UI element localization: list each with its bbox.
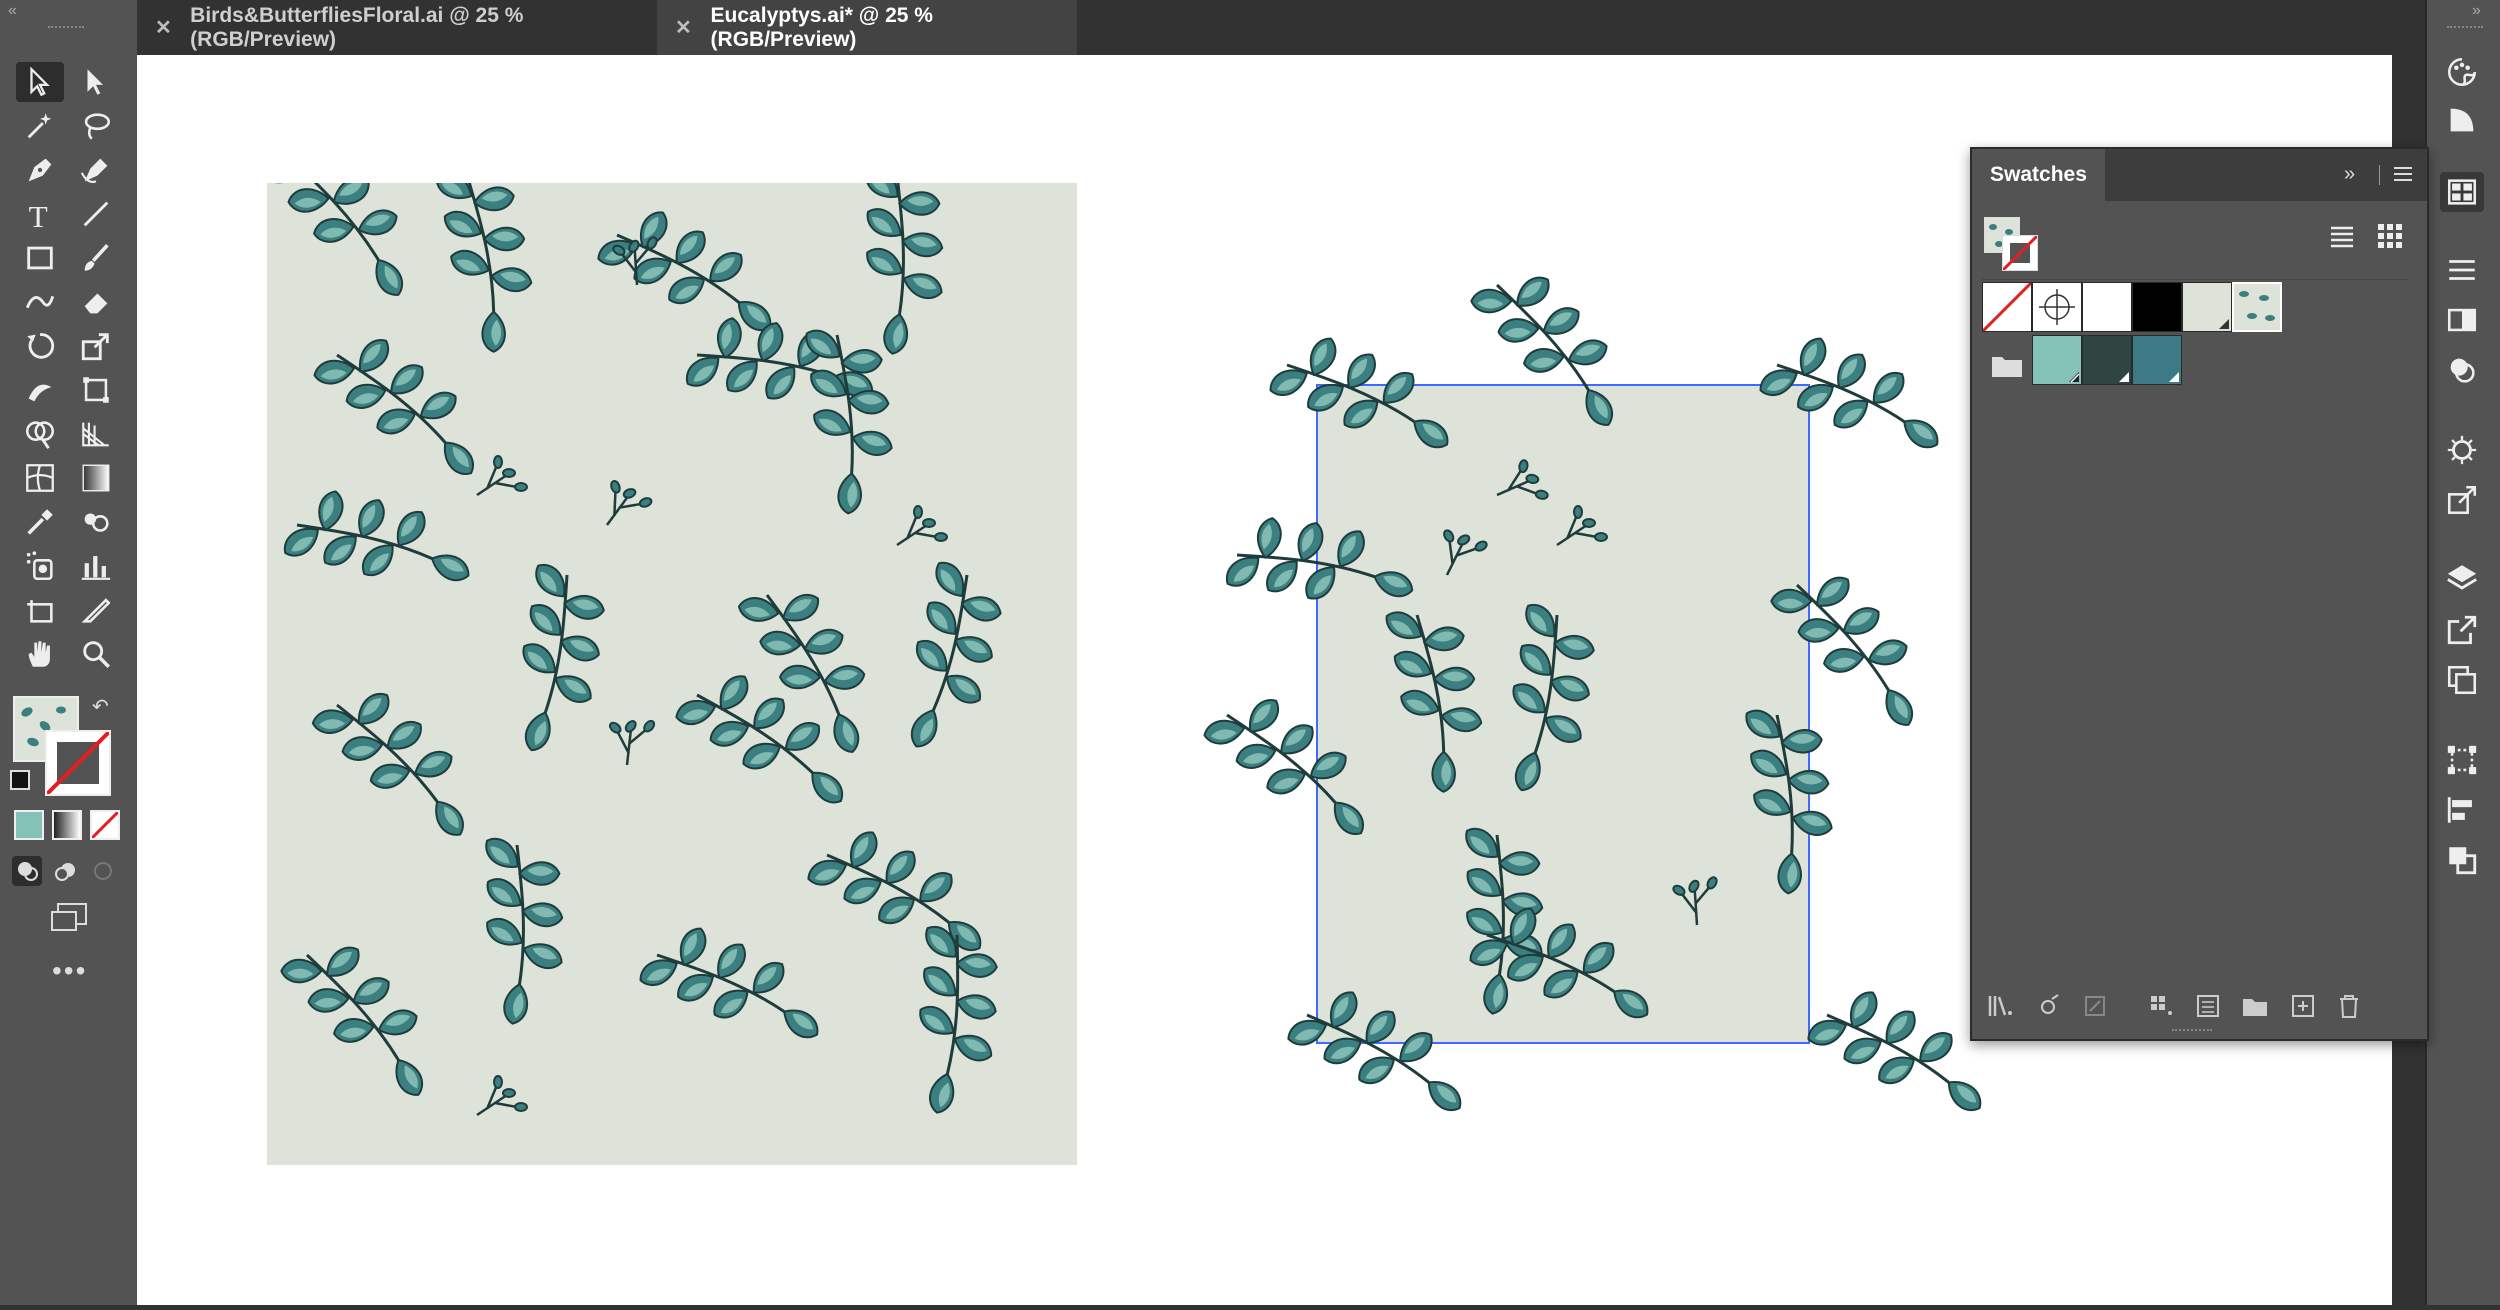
- panel-collapse-icon[interactable]: »: [2344, 163, 2355, 186]
- color-mode-icon[interactable]: [14, 810, 44, 840]
- tab-label: Birds&ButterfliesFloral.ai @ 25 % (RGB/P…: [190, 3, 524, 51]
- pattern-edit-tile[interactable]: [1196, 253, 2000, 1168]
- eraser-icon[interactable]: [72, 282, 120, 322]
- layers-panel-icon[interactable]: [2440, 558, 2484, 598]
- draw-inside-icon[interactable]: [88, 856, 118, 886]
- swatches-panel-icon[interactable]: [2440, 172, 2484, 212]
- close-icon[interactable]: ✕: [675, 15, 697, 40]
- stroke-panel-icon[interactable]: [2440, 250, 2484, 290]
- perspective-grid-icon[interactable]: [72, 414, 120, 454]
- paintbrush-icon[interactable]: [72, 238, 120, 278]
- dock-grip[interactable]: [2447, 26, 2483, 34]
- artboards-panel-icon[interactable]: [2440, 660, 2484, 700]
- swatch-teal[interactable]: [2132, 335, 2182, 385]
- swatch-libraries-icon[interactable]: [1986, 991, 2016, 1026]
- transparency-panel-icon[interactable]: [2440, 300, 2484, 340]
- close-icon[interactable]: ✕: [155, 15, 176, 40]
- swatch-none[interactable]: [1981, 281, 2033, 333]
- more-tools-icon[interactable]: •••: [52, 955, 87, 987]
- panel-grip[interactable]: [48, 26, 84, 34]
- swatch-mint[interactable]: [2032, 335, 2082, 385]
- new-color-group-grid-icon[interactable]: [2147, 991, 2177, 1026]
- collapse-panel-icon[interactable]: «: [8, 2, 17, 20]
- thumbnail-view-icon[interactable]: [2375, 221, 2405, 256]
- folder-icon[interactable]: [1990, 351, 2024, 384]
- pen-tool-icon[interactable]: [16, 150, 64, 190]
- collapse-dock-icon[interactable]: »: [2472, 2, 2481, 20]
- tools-panel: « T ↶ •••: [0, 0, 138, 1305]
- export-panel-icon[interactable]: [2440, 610, 2484, 650]
- swatch-list-options-icon[interactable]: [2194, 991, 2224, 1026]
- shape-builder-icon[interactable]: [16, 414, 64, 454]
- scale-tool-icon[interactable]: [72, 326, 120, 366]
- swatch-options-icon: [2080, 991, 2110, 1026]
- draw-normal-icon[interactable]: [12, 856, 42, 886]
- swatch-black[interactable]: [2132, 282, 2182, 332]
- panel-resize-grip[interactable]: [2172, 1029, 2212, 1037]
- type-tool-icon[interactable]: T: [16, 194, 64, 234]
- show-swatch-kinds-icon[interactable]: [2034, 991, 2064, 1026]
- new-color-group-icon[interactable]: [2240, 991, 2270, 1026]
- blend-tool-icon[interactable]: [72, 502, 120, 542]
- direct-selection-tool-icon[interactable]: [72, 62, 120, 102]
- curvature-tool-icon[interactable]: [72, 150, 120, 190]
- swatch-dark-teal[interactable]: [2082, 335, 2132, 385]
- slice-tool-icon[interactable]: [72, 590, 120, 630]
- align-panel-icon[interactable]: [2440, 790, 2484, 830]
- warp-tool-icon[interactable]: [16, 370, 64, 410]
- delete-swatch-icon[interactable]: [2334, 991, 2364, 1026]
- list-view-icon[interactable]: [2327, 221, 2357, 256]
- document-tab-bar: ✕ Birds&ButterfliesFloral.ai @ 25 % (RGB…: [137, 0, 2422, 55]
- selection-tool-icon[interactable]: [16, 62, 64, 102]
- eyedropper-icon[interactable]: [16, 502, 64, 542]
- swatch-pattern[interactable]: [2232, 282, 2282, 332]
- gradient-tool-icon[interactable]: [72, 458, 120, 498]
- panel-divider: [2379, 165, 2380, 185]
- appearance-panel-icon[interactable]: [2440, 350, 2484, 390]
- stroke-swatch[interactable]: [45, 730, 111, 796]
- artboard-tool-icon[interactable]: [16, 590, 64, 630]
- symbols-panel-icon[interactable]: [2440, 480, 2484, 520]
- draw-behind-icon[interactable]: [50, 856, 80, 886]
- rectangle-tool-icon[interactable]: [16, 238, 64, 278]
- hand-tool-icon[interactable]: [16, 634, 64, 674]
- new-swatch-icon[interactable]: [2288, 991, 2318, 1026]
- brushes-panel-icon[interactable]: [2440, 430, 2484, 470]
- pattern-tile-preview[interactable]: [254, 123, 1077, 1165]
- swatch-white[interactable]: [2082, 282, 2132, 332]
- magic-wand-icon[interactable]: [16, 106, 64, 146]
- panel-header: Swatches »: [1972, 149, 2427, 201]
- color-panel-icon[interactable]: [2440, 52, 2484, 92]
- swatch-sage[interactable]: [2182, 282, 2232, 332]
- gradient-mode-icon[interactable]: [52, 810, 82, 840]
- pathfinder-panel-icon[interactable]: [2440, 840, 2484, 880]
- rotate-tool-icon[interactable]: [16, 326, 64, 366]
- free-transform-icon[interactable]: [72, 370, 120, 410]
- column-graph-icon[interactable]: [72, 546, 120, 586]
- transform-panel-icon[interactable]: [2440, 740, 2484, 780]
- shaper-tool-icon[interactable]: [16, 282, 64, 322]
- swap-fill-stroke-icon[interactable]: ↶: [92, 694, 109, 719]
- swatches-tab[interactable]: Swatches: [1972, 149, 2105, 201]
- tab-label: Eucalyptys.ai* @ 25 % (RGB/Preview): [710, 3, 933, 51]
- mesh-tool-icon[interactable]: [16, 458, 64, 498]
- svg-text:T: T: [29, 199, 48, 231]
- none-mode-icon[interactable]: [90, 810, 120, 840]
- tab-eucalyptys[interactable]: ✕ Eucalyptys.ai* @ 25 % (RGB/Preview): [657, 0, 1077, 55]
- panel-menu-icon[interactable]: [2392, 163, 2414, 190]
- lasso-icon[interactable]: [72, 106, 120, 146]
- zoom-tool-icon[interactable]: [72, 634, 120, 674]
- symbol-sprayer-icon[interactable]: [16, 546, 64, 586]
- active-stroke-swatch[interactable]: [2001, 234, 2039, 272]
- line-tool-icon[interactable]: [72, 194, 120, 234]
- swatches-panel: Swatches »: [1970, 147, 2429, 1041]
- screen-mode-icon[interactable]: [48, 900, 90, 939]
- default-fill-stroke-icon[interactable]: [10, 770, 30, 790]
- swatch-registration[interactable]: [2032, 282, 2082, 332]
- gradient-panel-icon[interactable]: [2440, 100, 2484, 140]
- tab-birds-butterflies[interactable]: ✕ Birds&ButterfliesFloral.ai @ 25 % (RGB…: [137, 0, 657, 55]
